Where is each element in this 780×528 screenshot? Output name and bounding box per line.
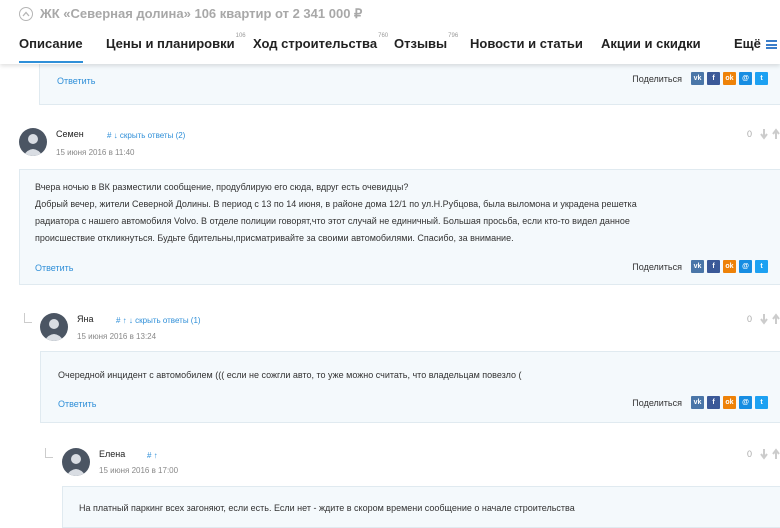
comment-score: 0 xyxy=(747,129,753,139)
hamburger-menu-icon[interactable] xyxy=(766,40,777,49)
comment-bubble: Вчера ночью в ВК разместили сообщение, п… xyxy=(19,169,780,285)
share-label: Поделиться xyxy=(632,261,682,272)
avatar-icon xyxy=(40,313,68,341)
tab-description[interactable]: Описание xyxy=(19,36,83,63)
comment-text: Вчера ночью в ВК разместили сообщение, п… xyxy=(35,179,775,247)
vote-down-icon[interactable] xyxy=(759,313,769,325)
share-label: Поделиться xyxy=(632,73,682,84)
comment-text-line: происшествие откликнуться. Будьте бдител… xyxy=(35,233,514,243)
tab-label: Отзывы xyxy=(394,36,448,51)
tab-count: 760 xyxy=(378,32,389,39)
vk-icon[interactable]: vk xyxy=(691,72,704,85)
nav-tabs: Описание Цены и планировки106 Ход строит… xyxy=(0,32,780,64)
comment-date: 15 июня 2016 в 13:24 xyxy=(77,332,157,341)
tab-promotions[interactable]: Акции и скидки xyxy=(601,36,701,51)
comment-text-line: Очередной инцидент с автомобилем ((( есл… xyxy=(58,370,522,380)
tab-count: 796 xyxy=(448,32,459,39)
comment-text-line: Добрый вечер, жители Северной Долины. В … xyxy=(35,199,637,209)
tab-label: Акции и скидки xyxy=(601,36,701,51)
arrow-up-circle-icon[interactable] xyxy=(19,7,33,21)
comment-bubble: На платный паркинг всех загоняют, если е… xyxy=(62,486,780,528)
tab-label: Ход строительства xyxy=(253,36,378,51)
comment-text-line: радиатора с нашего автомобиля Volvo. В о… xyxy=(35,216,630,226)
mymail-icon[interactable]: @ xyxy=(739,260,752,273)
comment-text: На платный паркинг всех загоняют, если е… xyxy=(79,500,769,517)
comment-author[interactable]: Семен xyxy=(56,129,84,139)
tab-construction[interactable]: Ход строительства760 xyxy=(253,32,389,51)
vote-up-icon[interactable] xyxy=(771,128,780,140)
reply-button[interactable]: Ответить xyxy=(58,399,96,409)
comment-text: Очередной инцидент с автомобилем ((( есл… xyxy=(58,367,773,384)
facebook-icon[interactable]: f xyxy=(707,260,720,273)
vk-icon[interactable]: vk xyxy=(691,396,704,409)
vote-up-icon[interactable] xyxy=(771,448,780,460)
tab-label: Новости и статьи xyxy=(470,36,583,51)
comment-date: 15 июня 2016 в 17:00 xyxy=(99,466,179,475)
tab-label: Цены и планировки xyxy=(106,36,235,51)
page-header: ЖК «Северная долина» 106 квартир от 2 34… xyxy=(0,0,780,64)
comment-text-line: Вчера ночью в ВК разместили сообщение, п… xyxy=(35,182,409,192)
reply-indent-line xyxy=(45,448,53,458)
odnoklassniki-icon[interactable]: ok xyxy=(723,260,736,273)
reply-button[interactable]: Ответить xyxy=(35,263,73,273)
title-row: ЖК «Северная долина» 106 квартир от 2 34… xyxy=(19,6,362,22)
twitter-icon[interactable]: t xyxy=(755,260,768,273)
twitter-icon[interactable]: t xyxy=(755,72,768,85)
vk-icon[interactable]: vk xyxy=(691,260,704,273)
comment-author[interactable]: Яна xyxy=(77,314,93,324)
comment-actions[interactable]: # ↑ xyxy=(147,451,158,460)
tab-count: 106 xyxy=(235,32,246,39)
comment-bubble-previous: Ответить Поделиться vk f ok @ t xyxy=(39,60,780,105)
tab-more[interactable]: Ещё xyxy=(734,36,761,51)
share-label: Поделиться xyxy=(632,397,682,408)
odnoklassniki-icon[interactable]: ok xyxy=(723,396,736,409)
comment-bubble: Очередной инцидент с автомобилем ((( есл… xyxy=(40,351,780,423)
twitter-icon[interactable]: t xyxy=(755,396,768,409)
avatar-icon xyxy=(19,128,47,156)
share-bar: Поделиться vk f ok @ t xyxy=(632,72,768,85)
vote-up-icon[interactable] xyxy=(771,313,780,325)
tab-prices[interactable]: Цены и планировки106 xyxy=(106,32,246,51)
vote-down-icon[interactable] xyxy=(759,128,769,140)
share-bar: Поделиться vk f ok @ t xyxy=(632,396,768,409)
comment-date: 15 июня 2016 в 11:40 xyxy=(56,148,135,157)
comment-score: 0 xyxy=(747,449,753,459)
facebook-icon[interactable]: f xyxy=(707,72,720,85)
comment-actions[interactable]: # ↑ ↓ скрыть ответы (1) xyxy=(116,316,201,325)
reply-button[interactable]: Ответить xyxy=(57,76,95,86)
mymail-icon[interactable]: @ xyxy=(739,72,752,85)
tab-news[interactable]: Новости и статьи xyxy=(470,36,583,51)
tab-label: Описание xyxy=(19,36,83,51)
vote-down-icon[interactable] xyxy=(759,448,769,460)
comment-author[interactable]: Елена xyxy=(99,449,125,459)
comment-text-line: На платный паркинг всех загоняют, если е… xyxy=(79,503,575,513)
odnoklassniki-icon[interactable]: ok xyxy=(723,72,736,85)
mymail-icon[interactable]: @ xyxy=(739,396,752,409)
tab-reviews[interactable]: Отзывы796 xyxy=(394,32,459,51)
reply-indent-line xyxy=(24,313,32,323)
page-title: ЖК «Северная долина» 106 квартир от 2 34… xyxy=(40,6,363,21)
comment-score: 0 xyxy=(747,314,753,324)
facebook-icon[interactable]: f xyxy=(707,396,720,409)
share-bar: Поделиться vk f ok @ t xyxy=(632,260,768,273)
avatar-icon xyxy=(62,448,90,476)
tab-label: Ещё xyxy=(734,36,761,51)
comment-actions[interactable]: # ↓ скрыть ответы (2) xyxy=(107,131,185,140)
